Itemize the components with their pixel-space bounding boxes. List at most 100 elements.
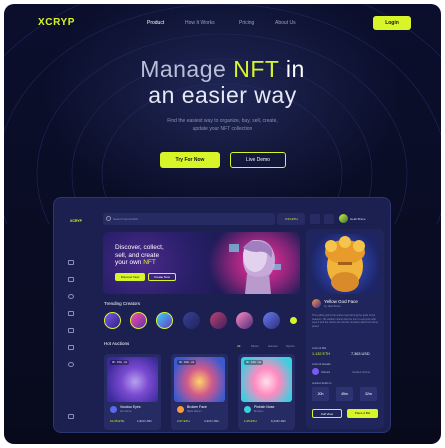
logout-icon[interactable] bbox=[68, 414, 74, 419]
hero-title-nft: NFT bbox=[233, 56, 279, 82]
banner-nft-text: NFT bbox=[143, 259, 156, 266]
current-bid-usd: 7,363 USD bbox=[351, 352, 370, 356]
user-name[interactable]: Heidi Brace bbox=[350, 217, 366, 221]
banner-line-3-text: your own bbox=[115, 259, 144, 266]
dashboard-logo: XCRYP bbox=[70, 219, 82, 223]
hot-auctions-title: Hot Auctions bbox=[104, 341, 130, 346]
seller-avatar bbox=[110, 406, 117, 413]
hero-subtitle-line-2: update your NFT collection bbox=[192, 126, 253, 132]
auction-minutes: 45m bbox=[336, 387, 353, 401]
home-icon[interactable] bbox=[68, 260, 74, 265]
card-eth: 1.05 ETH bbox=[244, 419, 257, 423]
owner-avatar bbox=[312, 368, 319, 375]
owner-name: Ahmed bbox=[321, 370, 330, 374]
login-button[interactable]: Login bbox=[373, 16, 411, 30]
chart-icon[interactable] bbox=[68, 345, 74, 350]
featured-nft-panel: Yellow God Face by Jake Brace This yello… bbox=[306, 229, 384, 429]
nav-link-pricing[interactable]: Pricing bbox=[239, 20, 254, 26]
auction-ends-label: Auction Ends In bbox=[312, 381, 332, 385]
creator-avatar[interactable] bbox=[130, 312, 147, 329]
banner-line-1: Discover, collect, bbox=[115, 244, 164, 251]
creator-avatar[interactable] bbox=[156, 312, 173, 329]
tab-all[interactable]: All bbox=[237, 344, 240, 348]
banner-line-3: your own NFT bbox=[115, 259, 164, 267]
banner-line-2: sell, and create bbox=[115, 251, 160, 259]
place-a-bid-button[interactable]: Place A Bid bbox=[347, 409, 378, 418]
creator-avatar[interactable] bbox=[236, 312, 253, 329]
card-usd: 3,334 USD bbox=[204, 419, 219, 423]
auction-timer: 3h : 15m : 2s bbox=[110, 360, 129, 365]
full-view-button[interactable]: Full View bbox=[312, 409, 342, 418]
tab-music[interactable]: Music bbox=[251, 344, 259, 348]
next-arrow-icon[interactable] bbox=[290, 317, 297, 324]
trending-creators-title: Trending Creators bbox=[104, 301, 141, 306]
top-nav: XCRYP Product How It Works Pricing About… bbox=[4, 4, 441, 38]
wallet-icon[interactable] bbox=[68, 311, 74, 316]
search-icon bbox=[106, 216, 111, 221]
creator-avatar[interactable] bbox=[263, 312, 280, 329]
hero-title-manage: Manage bbox=[140, 56, 234, 82]
current-bid-eth: 1.132 ETH bbox=[312, 352, 331, 356]
hero-title-line-2: an easier way bbox=[148, 82, 297, 108]
wallet-balance[interactable]: 0.54 ETH bbox=[277, 213, 305, 225]
settings-icon[interactable] bbox=[68, 362, 74, 367]
user-avatar[interactable] bbox=[339, 214, 348, 223]
auction-card[interactable]: 3h : 15m : 2s Voodoo Eyes Alex Berns 10.… bbox=[104, 354, 161, 430]
brand-logo[interactable]: XCRYP bbox=[38, 17, 75, 28]
dashboard-search-input[interactable]: Search items/nftid/... bbox=[103, 213, 275, 225]
featured-title: Yellow God Face bbox=[324, 299, 358, 304]
david-statue-image bbox=[229, 240, 281, 294]
yellow-god-face-image bbox=[311, 234, 379, 294]
card-eth: 2.07 ETH bbox=[177, 419, 190, 423]
wallet-balance-text: 0.54 ETH bbox=[285, 217, 298, 221]
folder-icon[interactable] bbox=[68, 328, 74, 333]
auction-seconds: 32m bbox=[360, 387, 377, 401]
owner-label: Verified Owner bbox=[352, 370, 371, 374]
seller-avatar bbox=[177, 406, 184, 413]
card-usd: 1,820 USD bbox=[137, 419, 152, 423]
try-for-now-button[interactable]: Try For Now bbox=[160, 152, 220, 168]
auction-hours: 20h bbox=[312, 387, 329, 401]
card-eth: 10.45 ETH bbox=[110, 419, 125, 423]
tab-sports[interactable]: Sports bbox=[286, 344, 295, 348]
card-seller: Alex Berns bbox=[120, 410, 132, 413]
discover-banner: Discover, collect, sell, and create your… bbox=[103, 232, 300, 294]
clock-icon[interactable] bbox=[68, 294, 74, 299]
nav-link-about-us[interactable]: About Us bbox=[275, 20, 296, 26]
messages-icon[interactable] bbox=[310, 214, 320, 224]
featured-description: This yellow god is the ancient god among… bbox=[312, 314, 378, 328]
current-details-label: Current Details bbox=[312, 362, 331, 366]
card-usd: 6,248 USD bbox=[271, 419, 286, 423]
nav-link-product[interactable]: Product bbox=[147, 20, 164, 26]
hero-subtitle-line-1: Find the easiest way to organize, buy, s… bbox=[167, 118, 278, 124]
card-seller: Wade Warren bbox=[187, 410, 202, 413]
banner-headline: Discover, collect, sell, and create your… bbox=[115, 244, 164, 267]
hero-title-line-1: Manage NFT in bbox=[4, 56, 441, 82]
featured-author: by Jake Brace bbox=[324, 305, 341, 308]
seller-avatar bbox=[244, 406, 251, 413]
landing-page: XCRYP Product How It Works Pricing About… bbox=[4, 4, 441, 444]
auction-timer: 3h : 15m : 2s bbox=[244, 360, 263, 365]
creator-avatar[interactable] bbox=[104, 312, 121, 329]
hero-title-in: in bbox=[279, 56, 305, 82]
creator-avatar[interactable] bbox=[183, 312, 200, 329]
nav-link-how-it-works[interactable]: How It Works bbox=[185, 20, 215, 26]
card-seller: Brooklyn bbox=[254, 410, 264, 413]
auction-card[interactable]: 3h : 15m : 2s Pinkish Nose Brooklyn 1.05… bbox=[238, 354, 295, 430]
auction-timer: 3h : 15m : 2s bbox=[177, 360, 196, 365]
grid-icon[interactable] bbox=[68, 277, 74, 282]
owner-avatar bbox=[312, 299, 321, 308]
notifications-icon[interactable] bbox=[324, 214, 334, 224]
search-placeholder: Search items/nftid/... bbox=[113, 217, 141, 221]
auction-card[interactable]: 3h : 15m : 2s Broken Face Wade Warren 2.… bbox=[171, 354, 228, 430]
live-demo-button[interactable]: Live Demo bbox=[230, 152, 286, 168]
create-now-button[interactable]: Create Now bbox=[148, 273, 176, 281]
card-title: Broken Face bbox=[187, 405, 207, 409]
dashboard-preview: XCRYP Search items/nftid/... 0.54 ETH He… bbox=[53, 197, 391, 433]
tab-games[interactable]: Games bbox=[268, 344, 278, 348]
god-face-illustration bbox=[325, 236, 365, 292]
card-title: Pinkish Nose bbox=[254, 405, 275, 409]
hero-subtitle: Find the easiest way to organize, buy, s… bbox=[4, 117, 441, 133]
discover-now-button[interactable]: Discover Now bbox=[115, 273, 145, 281]
creator-avatar[interactable] bbox=[210, 312, 227, 329]
